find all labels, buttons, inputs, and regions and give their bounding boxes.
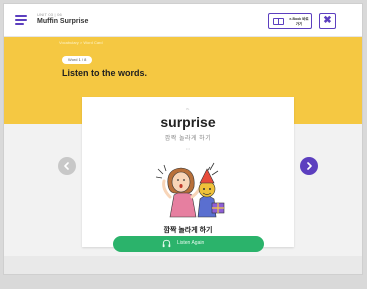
ebook-button[interactable]: e-Book 바로가기 [268, 13, 312, 29]
chevron-left-icon [64, 162, 69, 170]
unit-label: UNIT 03 | 06 [37, 12, 62, 17]
top-header: UNIT 03 | 06 Muffin Surprise e-Book 바로가기… [4, 4, 362, 37]
close-icon: ✖ [323, 15, 332, 26]
book-icon [273, 18, 284, 25]
card-word: surprise [160, 114, 216, 130]
instruction-text: Listen to the words. [62, 68, 148, 78]
hamburger-menu-icon[interactable] [15, 15, 27, 25]
breadcrumb: Vocabulary > Word Card [59, 40, 103, 45]
word-card: n. surprise 깜짝 놀라게 하기 • • 깜짝 놀라게 하기 [82, 97, 294, 247]
surprise-illustration [155, 162, 225, 218]
card-dots: • • [186, 147, 190, 151]
bottom-strip [4, 256, 362, 274]
part-of-speech: n. [186, 107, 190, 111]
girl-face [171, 171, 191, 193]
next-button[interactable] [300, 157, 318, 175]
app-window: UNIT 03 | 06 Muffin Surprise e-Book 바로가기… [3, 3, 363, 275]
previous-button[interactable] [58, 157, 76, 175]
listen-again-button[interactable]: Listen Again [113, 236, 264, 252]
listen-again-label: Listen Again [177, 240, 205, 246]
headphones-icon [162, 239, 171, 248]
ebook-button-label: e-Book 바로가기 [289, 17, 309, 26]
lesson-title: Muffin Surprise [37, 18, 89, 25]
card-caption: 깜짝 놀라게 하기 [163, 227, 213, 234]
chevron-right-icon [307, 162, 312, 170]
progress-pill: Word 1 / 8 [62, 56, 93, 64]
party-hat [199, 168, 215, 184]
close-button[interactable]: ✖ [319, 13, 336, 29]
card-korean-meaning: 깜짝 놀라게 하기 [164, 136, 212, 142]
